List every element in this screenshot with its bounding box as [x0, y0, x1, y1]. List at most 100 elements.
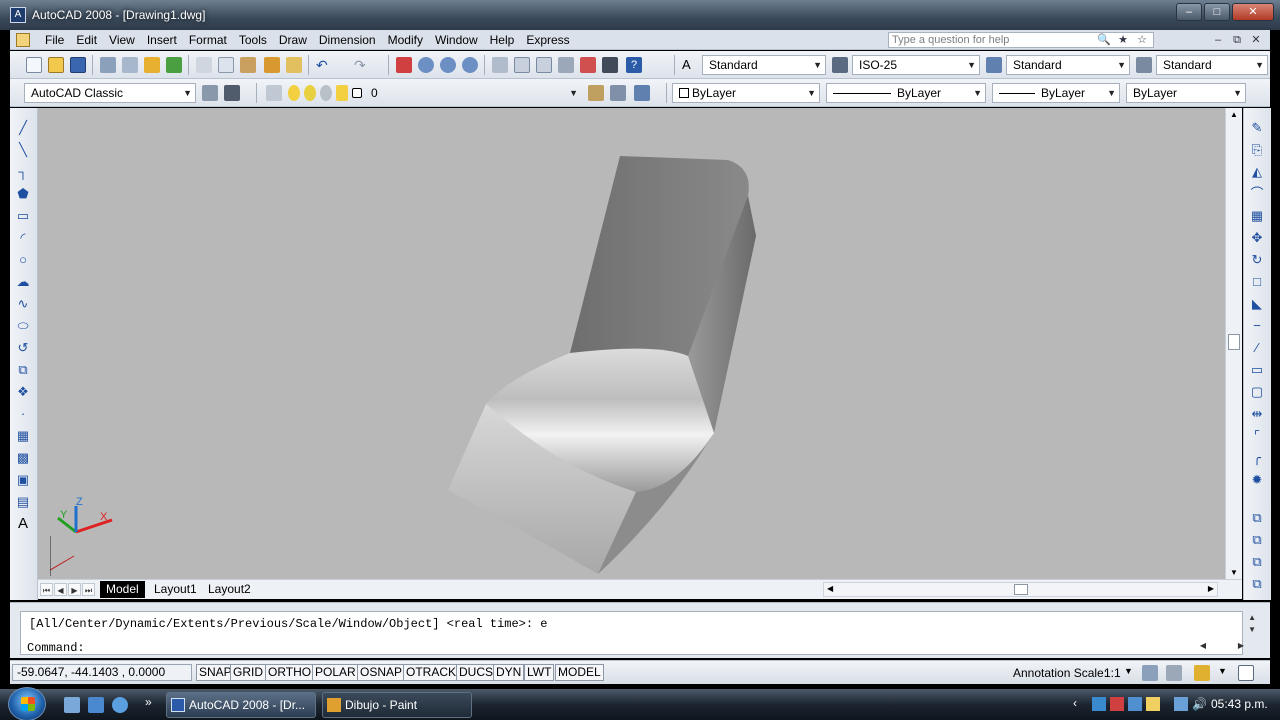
ortho-toggle[interactable]: ORTHO — [265, 664, 315, 681]
lineweight-control-select[interactable]: ByLayer ▼ — [992, 83, 1120, 103]
array-icon[interactable]: ▦ — [1249, 208, 1265, 224]
plot-preview-icon[interactable] — [122, 57, 138, 73]
document-icon[interactable] — [16, 33, 30, 47]
color-control-select[interactable]: ByLayer ▼ — [672, 83, 820, 103]
lwt-toggle[interactable]: LWT — [524, 664, 555, 681]
command-prompt[interactable]: Command: — [27, 641, 85, 655]
paste-icon[interactable] — [240, 57, 256, 73]
trim-icon[interactable]: − — [1249, 318, 1265, 334]
otrack-toggle[interactable]: OTRACK — [403, 664, 460, 681]
layer-viewport-icon[interactable] — [320, 85, 332, 101]
join-icon[interactable]: ⇹ — [1249, 406, 1265, 422]
autocad-app-icon[interactable]: A — [10, 7, 26, 23]
model-toggle[interactable]: MODEL — [555, 664, 604, 681]
table-style-select[interactable]: Standard ▼ — [1006, 55, 1130, 75]
last-tab-icon[interactable]: ⏭ — [82, 583, 95, 596]
line-icon[interactable]: ╱ — [15, 120, 31, 136]
pan-icon[interactable] — [396, 57, 412, 73]
chevron-down-icon[interactable]: ▼ — [1124, 666, 1133, 676]
menu-window[interactable]: Window — [428, 32, 483, 48]
annotation-scale-select[interactable]: 1:1 — [1104, 666, 1121, 680]
tray-monitor-icon[interactable] — [1174, 697, 1188, 711]
menu-insert[interactable]: Insert — [140, 32, 182, 48]
mirror-icon[interactable]: ◭ — [1249, 164, 1265, 180]
insert-block-icon[interactable]: ⧉ — [15, 362, 31, 378]
calculator-icon[interactable] — [602, 57, 618, 73]
auto-scale-icon[interactable] — [1166, 665, 1182, 681]
scroll-left-icon[interactable]: ◀ — [827, 584, 833, 593]
block-editor-icon[interactable] — [286, 57, 302, 73]
polygon-icon[interactable]: ⬟ — [15, 186, 31, 202]
doc-restore-button[interactable]: ⧉ — [1229, 32, 1245, 48]
spline-icon[interactable]: ∿ — [15, 296, 31, 312]
command-scroll-down-icon[interactable]: ▼ — [1248, 625, 1256, 634]
send-to-back-icon[interactable]: ⧉ — [1249, 532, 1265, 548]
mleader-style-select[interactable]: Standard ▼ — [1156, 55, 1268, 75]
save-icon[interactable] — [70, 57, 86, 73]
lock-icon[interactable] — [1194, 665, 1210, 681]
layer-previous-icon[interactable] — [610, 85, 626, 101]
switch-windows-icon[interactable] — [88, 697, 104, 713]
3d-dwf-icon[interactable] — [166, 57, 182, 73]
publish-icon[interactable] — [144, 57, 160, 73]
match-properties-icon[interactable] — [264, 57, 280, 73]
menu-draw[interactable]: Draw — [272, 32, 312, 48]
make-current-layer-icon[interactable] — [588, 85, 604, 101]
zoom-window-icon[interactable] — [440, 57, 456, 73]
clean-screen-icon[interactable] — [1238, 665, 1254, 681]
maximize-button[interactable]: □ — [1204, 3, 1230, 21]
layer-thaw-icon[interactable] — [304, 85, 316, 101]
quick-launch-icon[interactable] — [112, 697, 128, 713]
taskbar-item-autocad[interactable]: AutoCAD 2008 - [Dr... — [166, 692, 316, 718]
table-icon[interactable]: ▤ — [15, 494, 31, 510]
first-tab-icon[interactable]: ⏮ — [40, 583, 53, 596]
taskbar-item-paint[interactable]: Dibujo - Paint — [322, 692, 472, 718]
tray-notify-icon[interactable] — [1146, 697, 1160, 711]
tool-palettes-icon[interactable] — [536, 57, 552, 73]
plot-icon[interactable] — [100, 57, 116, 73]
chamfer-icon[interactable]: ⌜ — [1249, 428, 1265, 444]
horizontal-scrollbar[interactable]: ◀ ▶ — [823, 582, 1218, 597]
offset-icon[interactable]: ⌒ — [1249, 186, 1265, 202]
move-icon[interactable]: ✥ — [1249, 230, 1265, 246]
coordinate-display[interactable]: -59.0647, -44.1403 , 0.0000 — [12, 664, 192, 681]
bring-to-front-icon[interactable]: ⧉ — [1249, 510, 1265, 526]
close-button[interactable]: ✕ — [1232, 3, 1274, 21]
doc-close-button[interactable]: ✕ — [1248, 32, 1264, 48]
horizontal-scroll-thumb[interactable] — [1014, 584, 1028, 595]
tray-security-icon[interactable] — [1110, 697, 1124, 711]
tab-layout1[interactable]: Layout1 — [148, 581, 203, 598]
explode-icon[interactable]: ✹ — [1249, 472, 1265, 488]
text-style-select[interactable]: Standard ▼ — [702, 55, 826, 75]
hatch-icon[interactable]: ▦ — [15, 428, 31, 444]
volume-icon[interactable]: 🔊 — [1192, 697, 1207, 711]
fillet-icon[interactable]: ╭ — [1249, 450, 1265, 466]
menu-dimension[interactable]: Dimension — [312, 32, 381, 48]
start-button[interactable] — [8, 687, 46, 720]
tab-layout2[interactable]: Layout2 — [202, 581, 257, 598]
design-center-icon[interactable] — [514, 57, 530, 73]
tray-network-icon[interactable] — [1128, 697, 1142, 711]
layer-states-icon[interactable] — [634, 85, 650, 101]
command-scroll-right-icon[interactable]: ▶ — [1238, 641, 1244, 650]
ellipse-icon[interactable]: ⬭ — [15, 318, 31, 334]
rotate-icon[interactable]: ↻ — [1249, 252, 1265, 268]
bring-above-icon[interactable]: ⧉ — [1249, 554, 1265, 570]
zoom-realtime-icon[interactable] — [418, 57, 434, 73]
make-block-icon[interactable]: ❖ — [15, 384, 31, 400]
layer-on-icon[interactable] — [288, 85, 300, 101]
extend-icon[interactable]: ∕ — [1249, 340, 1265, 356]
favorites-icon[interactable]: ☆ — [1134, 32, 1150, 48]
break-icon[interactable]: ▢ — [1249, 384, 1265, 400]
menu-edit[interactable]: Edit — [69, 32, 102, 48]
region-icon[interactable]: ▣ — [15, 472, 31, 488]
next-tab-icon[interactable]: ▶ — [68, 583, 81, 596]
tray-expand-icon[interactable]: ‹ — [1073, 696, 1077, 710]
workspace-settings-icon[interactable] — [202, 85, 218, 101]
menu-tools[interactable]: Tools — [232, 32, 272, 48]
scale-icon[interactable]: □ — [1249, 274, 1265, 290]
command-scroll-left-icon[interactable]: ◀ — [1200, 641, 1206, 650]
vertical-scroll-thumb[interactable] — [1228, 334, 1240, 350]
ducs-toggle[interactable]: DUCS — [456, 664, 497, 681]
menu-express[interactable]: Express — [519, 32, 574, 48]
